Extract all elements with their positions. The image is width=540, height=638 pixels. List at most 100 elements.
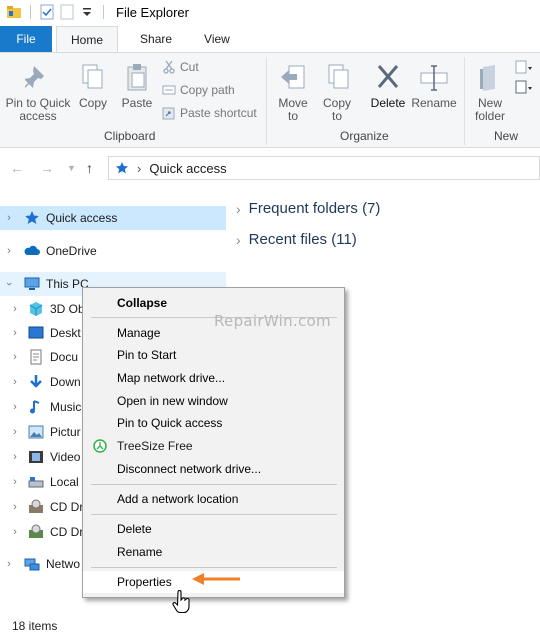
computer-icon bbox=[24, 277, 40, 290]
quick-access-toolbar bbox=[0, 4, 108, 20]
expand-chevron-icon[interactable]: › bbox=[8, 351, 22, 363]
menu-item-add-network-location[interactable]: Add a network location bbox=[83, 488, 344, 510]
context-menu: Collapse Manage Pin to Start Map network… bbox=[82, 287, 345, 598]
nav-item-label: Netwo bbox=[46, 557, 81, 571]
new-folder-button[interactable]: New folder bbox=[470, 63, 510, 123]
tab-share[interactable]: Share bbox=[126, 26, 186, 52]
properties-check-icon[interactable] bbox=[39, 4, 55, 20]
menu-item-rename[interactable]: Rename bbox=[83, 541, 344, 563]
treesize-icon bbox=[93, 439, 107, 453]
expand-chevron-icon[interactable]: › bbox=[2, 212, 16, 224]
nav-item-label: Down bbox=[50, 375, 81, 389]
nav-item-label: Local bbox=[50, 475, 79, 489]
expand-chevron-icon[interactable]: › bbox=[8, 426, 22, 438]
menu-item-label: TreeSize Free bbox=[117, 439, 193, 453]
address-bar[interactable]: › Quick access bbox=[108, 156, 540, 180]
desktop-icon bbox=[28, 326, 44, 339]
nav-item-onedrive[interactable]: › OneDrive bbox=[0, 239, 226, 263]
cut-button[interactable]: Cut bbox=[162, 60, 199, 74]
move-to-button[interactable]: Move to bbox=[274, 63, 312, 123]
menu-item-delete[interactable]: Delete bbox=[83, 518, 344, 540]
nav-item-quick-access[interactable]: › Quick access bbox=[0, 206, 226, 230]
nav-item-label: Quick access bbox=[46, 211, 118, 225]
expand-chevron-icon[interactable]: › bbox=[8, 303, 22, 315]
expand-chevron-icon[interactable]: › bbox=[8, 451, 22, 463]
paste-shortcut-button[interactable]: Paste shortcut bbox=[162, 106, 257, 120]
pin-to-quick-access-button[interactable]: Pin to Quick access bbox=[2, 63, 74, 123]
expand-chevron-icon[interactable]: › bbox=[8, 376, 22, 388]
move-to-icon bbox=[281, 65, 305, 89]
delete-x-icon bbox=[377, 65, 399, 88]
nav-item-label: 3D Ob bbox=[50, 302, 85, 316]
expand-chevron-icon[interactable]: › bbox=[8, 401, 22, 413]
expand-chevron-icon[interactable]: › bbox=[8, 526, 22, 538]
nav-item-label: Video bbox=[50, 450, 81, 464]
new-folder-icon[interactable] bbox=[59, 4, 75, 20]
tab-file[interactable]: File bbox=[0, 26, 52, 52]
new-folder-big-icon bbox=[480, 65, 495, 91]
new-item-icon[interactable] bbox=[514, 59, 536, 99]
expand-chevron-icon[interactable]: › bbox=[8, 501, 22, 513]
up-arrow-icon[interactable]: ↑ bbox=[86, 160, 93, 176]
menu-separator bbox=[91, 484, 337, 485]
watermark: RepairWin.com bbox=[214, 312, 331, 330]
copy-to-button[interactable]: Copy to bbox=[318, 63, 356, 123]
delete-label: Delete bbox=[370, 96, 406, 110]
copy-to-icon bbox=[328, 64, 349, 89]
forward-arrow-icon[interactable]: → bbox=[40, 160, 54, 176]
menu-item-pin-to-quick-access[interactable]: Pin to Quick access bbox=[83, 412, 344, 434]
menu-item-map-network-drive[interactable]: Map network drive... bbox=[83, 367, 344, 389]
breadcrumb-separator-icon: › bbox=[137, 160, 142, 176]
nav-item-label: Deskt bbox=[50, 326, 81, 340]
copy-to-label: Copy to bbox=[322, 96, 351, 123]
menu-separator bbox=[91, 567, 337, 568]
move-to-label: Move to bbox=[278, 96, 308, 123]
cd-drive-icon bbox=[29, 499, 43, 513]
copy-path-button[interactable]: Copy path bbox=[162, 83, 235, 97]
back-arrow-icon[interactable]: ← bbox=[10, 160, 24, 176]
tab-view[interactable]: View bbox=[190, 26, 244, 52]
group-label: Frequent folders (7) bbox=[248, 200, 381, 217]
tab-home[interactable]: Home bbox=[56, 26, 119, 52]
menu-item-disconnect-network-drive[interactable]: Disconnect network drive... bbox=[83, 458, 344, 480]
hand-cursor-icon bbox=[172, 590, 190, 614]
customize-toolbar-icon[interactable] bbox=[79, 4, 95, 20]
paste-label: Paste bbox=[121, 96, 153, 110]
rename-button[interactable]: Rename bbox=[410, 63, 458, 110]
cd-drive-icon bbox=[29, 524, 43, 538]
organize-group-label: Organize bbox=[340, 129, 389, 143]
rename-icon bbox=[420, 65, 448, 91]
copy-button[interactable]: Copy bbox=[76, 63, 110, 110]
expand-chevron-icon[interactable]: › bbox=[8, 327, 22, 339]
recent-locations-chevron-icon[interactable]: ▼ bbox=[67, 163, 76, 173]
expand-chevron-icon[interactable]: › bbox=[2, 558, 16, 570]
ribbon-divider bbox=[266, 57, 267, 145]
item-count: 18 items bbox=[12, 619, 58, 633]
address-area: ← → ▼ ↑ › Quick access bbox=[0, 149, 540, 187]
menu-separator bbox=[91, 514, 337, 515]
rename-label: Rename bbox=[411, 96, 457, 110]
folder-icon[interactable] bbox=[6, 4, 22, 20]
picture-icon bbox=[28, 425, 44, 439]
ribbon: Pin to Quick access Copy Paste Cut Copy … bbox=[0, 52, 540, 148]
menu-item-open-new-window[interactable]: Open in new window bbox=[83, 390, 344, 412]
menu-item-treesize-free[interactable]: TreeSize Free bbox=[83, 435, 344, 457]
paste-button[interactable]: Paste bbox=[118, 63, 156, 110]
expand-chevron-icon[interactable]: › bbox=[2, 245, 16, 257]
scissors-icon bbox=[163, 60, 175, 74]
menu-item-pin-to-start[interactable]: Pin to Start bbox=[83, 344, 344, 366]
nav-item-label: Docu bbox=[50, 350, 79, 364]
copy-path-label: Copy path bbox=[180, 83, 235, 97]
recent-files-group[interactable]: › Recent files (11) bbox=[236, 231, 357, 248]
toolbar-divider bbox=[103, 5, 104, 19]
frequent-folders-group[interactable]: › Frequent folders (7) bbox=[236, 200, 380, 217]
nav-item-label: OneDrive bbox=[46, 244, 97, 258]
new-group-label: New bbox=[494, 129, 519, 143]
chevron-right-icon: › bbox=[236, 231, 241, 248]
menu-item-collapse[interactable]: Collapse bbox=[83, 292, 344, 314]
delete-button[interactable]: Delete bbox=[368, 63, 408, 110]
network-icon bbox=[24, 558, 40, 571]
expand-chevron-icon[interactable]: › bbox=[8, 476, 22, 488]
chevron-right-icon: › bbox=[236, 200, 241, 217]
collapse-chevron-icon[interactable]: › bbox=[3, 277, 15, 291]
